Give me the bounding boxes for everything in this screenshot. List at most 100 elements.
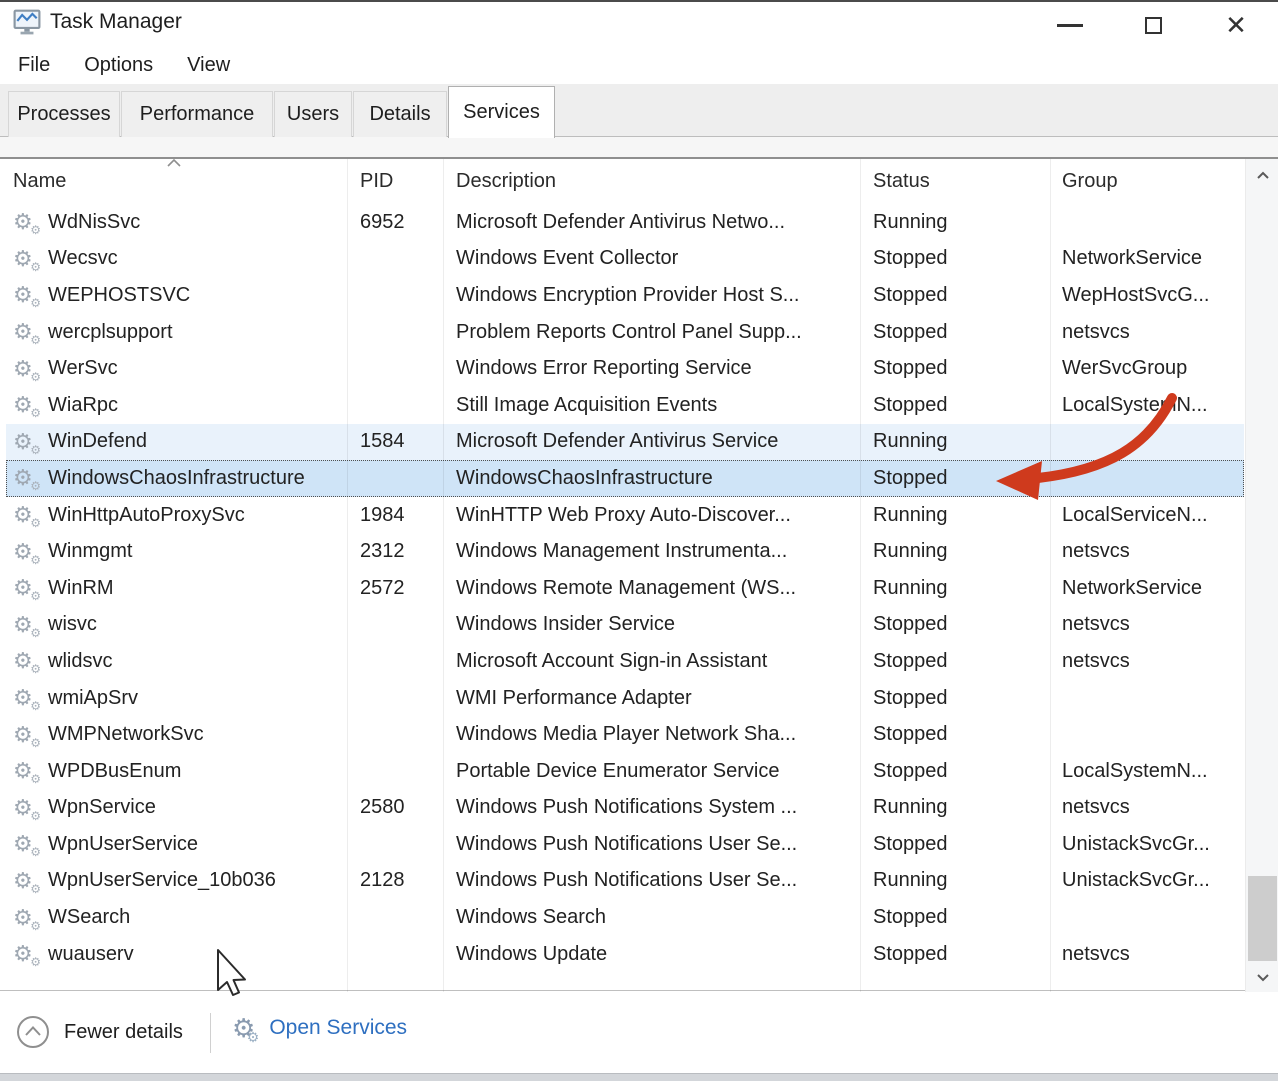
service-gear-icon: ⚙ (13, 687, 39, 709)
tab-performance[interactable]: Performance (121, 91, 273, 137)
service-gear-icon: ⚙ (13, 907, 39, 929)
column-header-name[interactable]: Name (13, 159, 66, 204)
service-status: Stopped (873, 680, 1045, 717)
service-description: Windows Push Notifications System ... (456, 790, 858, 827)
service-group: NetworkService (1062, 570, 1242, 607)
service-group (1062, 680, 1242, 717)
service-description: Windows Error Reporting Service (456, 350, 858, 387)
table-row[interactable]: ⚙ WPDBusEnum Portable Device Enumerator … (0, 753, 1245, 790)
menu-options[interactable]: Options (78, 50, 159, 81)
service-name: Winmgmt (48, 540, 132, 563)
service-status: Stopped (873, 899, 1045, 936)
service-description: Microsoft Account Sign-in Assistant (456, 643, 858, 680)
service-rows: ⚙ WdNisSvc 6952 Microsoft Defender Antiv… (0, 204, 1245, 972)
service-description: Windows Insider Service (456, 607, 858, 644)
service-group (1062, 716, 1242, 753)
table-row[interactable]: ⚙ WinHttpAutoProxySvc 1984 WinHTTP Web P… (0, 497, 1245, 534)
fewer-details-button[interactable]: Fewer details (16, 1015, 183, 1049)
service-group: LocalSystemN... (1062, 387, 1242, 424)
service-name: WinRM (48, 577, 114, 600)
service-name: wuauserv (48, 943, 134, 966)
table-row[interactable]: ⚙ WpnUserService_10b036 2128 Windows Pus… (0, 863, 1245, 900)
close-button[interactable]: ✕ (1203, 4, 1269, 46)
tab-details[interactable]: Details (353, 91, 447, 137)
service-gear-icon: ⚙ (13, 358, 39, 380)
tab-services[interactable]: Services (448, 86, 555, 138)
service-pid (360, 680, 440, 717)
column-header-group[interactable]: Group (1062, 159, 1118, 204)
column-header-status[interactable]: Status (873, 159, 930, 204)
service-group: WerSvcGroup (1062, 350, 1242, 387)
service-gear-icon: ⚙ (13, 394, 39, 416)
service-group: LocalSystemN... (1062, 753, 1242, 790)
menu-view[interactable]: View (181, 50, 236, 81)
service-pid (360, 607, 440, 644)
service-pid: 2572 (360, 570, 440, 607)
service-status: Running (873, 863, 1045, 900)
service-status: Running (873, 497, 1045, 534)
service-status: Stopped (873, 716, 1045, 753)
service-name: WpnUserService (48, 833, 198, 856)
table-row[interactable]: ⚙ WindowsChaosInfrastructure WindowsChao… (0, 460, 1245, 497)
service-status: Running (873, 204, 1045, 241)
service-status: Running (873, 570, 1045, 607)
tab-label: Details (369, 103, 430, 126)
table-row[interactable]: ⚙ WEPHOSTSVC Windows Encryption Provider… (0, 277, 1245, 314)
service-description: Windows Push Notifications User Se... (456, 826, 858, 863)
table-row[interactable]: ⚙ WSearch Windows Search Stopped (0, 899, 1245, 936)
service-gear-icon: ⚙ (13, 833, 39, 855)
menu-file[interactable]: File (12, 50, 56, 81)
table-row[interactable]: ⚙ WerSvc Windows Error Reporting Service… (0, 350, 1245, 387)
table-row[interactable]: ⚙ WinDefend 1584 Microsoft Defender Anti… (0, 424, 1245, 461)
service-gear-icon: ⚙ (13, 211, 39, 233)
table-row[interactable]: ⚙ WiaRpc Still Image Acquisition Events … (0, 387, 1245, 424)
service-group: netsvcs (1062, 643, 1242, 680)
service-name: WSearch (48, 906, 130, 929)
table-row[interactable]: ⚙ wuauserv Windows Update Stopped netsvc… (0, 936, 1245, 973)
service-group: WepHostSvcG... (1062, 277, 1242, 314)
service-group: netsvcs (1062, 314, 1242, 351)
tab-users[interactable]: Users (274, 91, 352, 137)
service-status: Stopped (873, 643, 1045, 680)
table-row[interactable]: ⚙ WdNisSvc 6952 Microsoft Defender Antiv… (0, 204, 1245, 241)
chevron-up-icon (1255, 169, 1271, 181)
table-row[interactable]: ⚙ wisvc Windows Insider Service Stopped … (0, 607, 1245, 644)
service-group: netsvcs (1062, 533, 1242, 570)
table-row[interactable]: ⚙ WMPNetworkSvc Windows Media Player Net… (0, 716, 1245, 753)
service-group: UnistackSvcGr... (1062, 826, 1242, 863)
service-description: Windows Event Collector (456, 241, 858, 278)
service-status: Stopped (873, 387, 1045, 424)
table-row[interactable]: ⚙ WpnService 2580 Windows Push Notificat… (0, 790, 1245, 827)
column-header-pid[interactable]: PID (360, 159, 393, 204)
table-row[interactable]: ⚙ WpnUserService Windows Push Notificati… (0, 826, 1245, 863)
scroll-up-button[interactable] (1246, 159, 1278, 190)
service-gear-icon: ⚙ (13, 284, 39, 306)
column-header-description[interactable]: Description (456, 159, 556, 204)
service-gear-icon: ⚙ (13, 577, 39, 599)
service-name: wisvc (48, 613, 97, 636)
task-manager-app-icon (13, 8, 41, 36)
service-description: Windows Remote Management (WS... (456, 570, 858, 607)
table-row[interactable]: ⚙ wlidsvc Microsoft Account Sign-in Assi… (0, 643, 1245, 680)
close-icon: ✕ (1225, 12, 1247, 38)
minimize-button[interactable] (1037, 4, 1103, 46)
title-bar: Task Manager ✕ (0, 4, 1278, 46)
service-status: Running (873, 533, 1045, 570)
service-status: Stopped (873, 350, 1045, 387)
table-row[interactable]: ⚙ wmiApSrv WMI Performance Adapter Stopp… (0, 680, 1245, 717)
open-services-link[interactable]: ⚙ Open Services (232, 1015, 407, 1041)
service-pid (360, 460, 440, 497)
vertical-scrollbar[interactable] (1245, 159, 1278, 992)
table-row[interactable]: ⚙ Winmgmt 2312 Windows Management Instru… (0, 533, 1245, 570)
service-group: netsvcs (1062, 936, 1242, 973)
maximize-button[interactable] (1120, 4, 1186, 46)
service-pid (360, 350, 440, 387)
tab-processes[interactable]: Processes (8, 91, 120, 137)
scrollbar-thumb[interactable] (1248, 876, 1277, 961)
table-row[interactable]: ⚙ Wecsvc Windows Event Collector Stopped… (0, 241, 1245, 278)
service-name: WMPNetworkSvc (48, 723, 204, 746)
scroll-down-button[interactable] (1246, 961, 1278, 992)
table-row[interactable]: ⚙ WinRM 2572 Windows Remote Management (… (0, 570, 1245, 607)
service-pid (360, 277, 440, 314)
table-row[interactable]: ⚙ wercplsupport Problem Reports Control … (0, 314, 1245, 351)
